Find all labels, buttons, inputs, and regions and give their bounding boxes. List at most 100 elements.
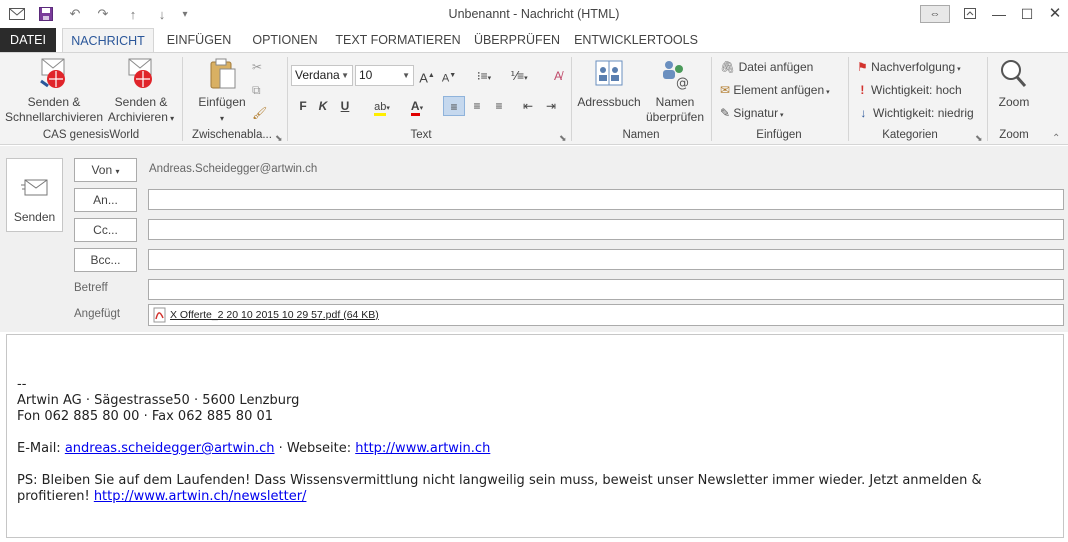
attach-item-button[interactable]: ✉ Element anfügen ▾	[720, 80, 830, 100]
compose-header: Senden Von ▾ Andreas.Scheidegger@artwin.…	[0, 146, 1068, 332]
tags-launcher-icon[interactable]: ⬊	[975, 133, 983, 144]
to-button[interactable]: An...	[74, 188, 137, 212]
group-label-zoom: Zoom	[999, 129, 1029, 141]
align-left-icon[interactable]: ≡	[443, 96, 465, 116]
font-family-select[interactable]: Verdana ▼	[291, 65, 353, 86]
attach-file-label: Datei anfügen	[738, 60, 814, 74]
group-label-include: Einfügen	[756, 129, 802, 141]
from-button[interactable]: Von ▾	[74, 158, 137, 182]
clear-formatting-icon[interactable]: A̸	[549, 66, 567, 86]
minimize-icon[interactable]: —	[987, 4, 1011, 24]
collapse-ribbon-icon[interactable]: ⌃	[1052, 133, 1060, 144]
highlight-color-icon[interactable]: ab▾	[366, 96, 398, 116]
addressbook-button[interactable]: Adressbuch	[575, 57, 643, 110]
send-file-button[interactable]: Senden & Schnellarchivieren	[4, 57, 104, 125]
maximize-icon[interactable]: ☐	[1015, 4, 1039, 24]
cas-send-icon	[40, 58, 65, 88]
group-separator	[571, 57, 572, 141]
restore-ribbon-icon[interactable]: ⇔	[920, 5, 950, 23]
group-label-names: Namen	[622, 129, 660, 141]
ribbon-tabs: DATEI NACHRICHT EINFÜGEN OPTIONEN TEXT F…	[0, 28, 1068, 53]
send-archive-label-2: Archivieren	[107, 110, 168, 124]
font-color-icon[interactable]: A▾	[402, 96, 432, 116]
tab-message[interactable]: NACHRICHT	[62, 28, 154, 53]
copy-icon[interactable]: ⧉	[252, 80, 261, 100]
italic-button[interactable]: K	[316, 96, 330, 116]
attachment-link[interactable]: X Offerte_2 20 10 2015 10 29 57.pdf (64 …	[170, 309, 379, 321]
numbering-icon[interactable]: ⅟≡▾	[505, 66, 533, 86]
attachment-field[interactable]: X Offerte_2 20 10 2015 10 29 57.pdf (64 …	[148, 304, 1064, 326]
tab-review[interactable]: ÜBERPRÜFEN	[472, 28, 562, 52]
clipboard-icon	[210, 58, 236, 89]
cut-icon[interactable]: ✂	[252, 57, 262, 77]
web-prefix: · Webseite:	[274, 441, 356, 456]
newsletter-link[interactable]: http://www.artwin.ch/newsletter/	[94, 489, 307, 504]
importance-low-button[interactable]: ↓ Wichtigkeit: niedrig	[857, 103, 974, 123]
send-button[interactable]: Senden	[6, 158, 63, 232]
cc-button[interactable]: Cc...	[74, 218, 137, 242]
bcc-button[interactable]: Bcc...	[74, 248, 137, 272]
increase-indent-icon[interactable]: ⇥	[541, 96, 561, 116]
group-separator	[182, 57, 183, 141]
group-label-text: Text	[410, 129, 432, 141]
align-right-icon[interactable]: ≡	[489, 96, 509, 116]
tab-file[interactable]: DATEI	[0, 28, 56, 52]
ribbon-display-icon[interactable]	[958, 4, 982, 24]
bcc-field[interactable]	[148, 249, 1064, 270]
text-launcher-icon[interactable]: ⬊	[559, 133, 567, 144]
signature-button[interactable]: ✎ Signatur ▾	[720, 103, 784, 123]
group-label-cas: CAS genesisWorld	[42, 129, 140, 141]
bold-button[interactable]: F	[296, 96, 310, 116]
check-names-label-1: Namen	[655, 95, 695, 109]
font-size-value: 10	[359, 68, 373, 82]
group-separator	[848, 57, 849, 141]
font-size-select[interactable]: 10 ▼	[355, 65, 414, 86]
cc-field[interactable]	[148, 219, 1064, 240]
window-title: Unbenannt - Nachricht (HTML)	[448, 7, 620, 21]
close-icon[interactable]: ✕	[1043, 4, 1067, 24]
align-center-icon[interactable]: ≡	[467, 96, 487, 116]
followup-label: Nachverfolgung	[871, 60, 956, 74]
paste-button[interactable]: Einfügen ▾	[193, 57, 251, 126]
grow-font-icon[interactable]: A▲	[418, 66, 436, 86]
decrease-indent-icon[interactable]: ⇤	[518, 96, 538, 116]
send-archive-button[interactable]: Senden & Archivieren ▾	[104, 57, 178, 126]
send-file-label-1: Senden &	[27, 95, 81, 109]
importance-high-button[interactable]: ! Wichtigkeit: hoch	[857, 80, 962, 100]
format-painter-icon[interactable]: 🖌	[252, 103, 267, 123]
tab-insert[interactable]: EINFÜGEN	[163, 28, 235, 52]
zoom-button[interactable]: Zoom	[990, 57, 1038, 110]
subject-field[interactable]	[148, 279, 1064, 300]
attach-file-button[interactable]: 🖇 Datei anfügen	[720, 57, 813, 77]
check-names-button[interactable]: @ Namen überprüfen	[643, 57, 707, 125]
shrink-font-icon[interactable]: A▼	[440, 66, 458, 86]
tab-format-text[interactable]: TEXT FORMATIEREN	[335, 28, 461, 52]
group-label-tags: Kategorien	[882, 129, 938, 141]
attach-item-label: Element anfügen	[733, 83, 825, 97]
importance-high-label: Wichtigkeit: hoch	[871, 83, 962, 97]
clipboard-launcher-icon[interactable]: ⬊	[275, 133, 283, 144]
from-label: Von	[91, 163, 113, 177]
message-body[interactable]: -- Artwin AG · Sägestrasse50 · 5600 Lenz…	[6, 334, 1064, 538]
tab-developer[interactable]: ENTWICKLERTOOLS	[572, 28, 700, 52]
to-field[interactable]	[148, 189, 1064, 210]
ribbon: Senden & Schnellarchivieren Senden & Arc…	[0, 52, 1068, 145]
email-link[interactable]: andreas.scheidegger@artwin.ch	[65, 441, 275, 456]
send-file-label-2: Schnellarchivieren	[4, 110, 104, 124]
cas-archive-icon	[128, 58, 152, 88]
attach-item-icon: ✉	[720, 83, 731, 97]
send-archive-label-1: Senden &	[114, 95, 168, 109]
website-link[interactable]: http://www.artwin.ch	[355, 441, 490, 456]
bullets-icon[interactable]: ⁝≡▾	[470, 66, 498, 86]
signature-separator: --	[17, 377, 27, 392]
arrow-down-blue-icon: ↓	[857, 106, 870, 120]
exclamation-icon: !	[857, 83, 868, 97]
importance-low-label: Wichtigkeit: niedrig	[873, 106, 974, 120]
underline-button[interactable]: U	[338, 96, 352, 116]
signature-contact-line: E-Mail: andreas.scheidegger@artwin.ch · …	[17, 441, 1053, 457]
followup-button[interactable]: ⚑ Nachverfolgung ▾	[857, 57, 961, 77]
title-bar: ↶ ↷ ↑ ↓ ▾ Unbenannt - Nachricht (HTML) ⇔…	[0, 0, 1068, 28]
tab-options[interactable]: OPTIONEN	[246, 28, 324, 52]
group-separator	[987, 57, 988, 141]
group-label-clipboard: Zwischenabla...	[192, 129, 272, 141]
